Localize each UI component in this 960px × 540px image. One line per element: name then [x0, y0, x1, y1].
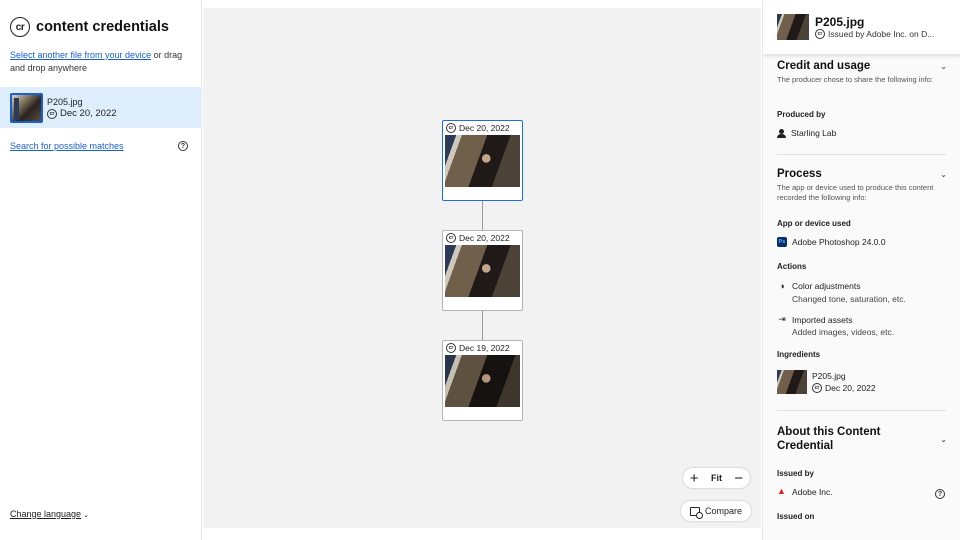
node-date: Dec 20, 2022: [459, 123, 510, 133]
cr-badge-icon: cr: [446, 123, 456, 133]
file-date-line: cr Dec 20, 2022: [47, 108, 117, 120]
process-section-header[interactable]: Process ⌄: [777, 168, 947, 180]
ingredient-meta: P205.jpg cr Dec 20, 2022: [812, 370, 876, 394]
producer-name: Starling Lab: [791, 128, 837, 138]
cr-badge-icon: cr: [446, 233, 456, 243]
about-title: About this Content Credential: [777, 426, 881, 452]
details-header: P205.jpg cr Issued by Adobe Inc. on D...: [763, 0, 960, 54]
adobe-logo-icon: [777, 486, 787, 497]
cr-badge-icon: cr: [47, 108, 57, 119]
zoom-controls: + Fit −: [683, 468, 750, 488]
ingredient-item[interactable]: P205.jpg cr Dec 20, 2022: [777, 370, 876, 394]
issued-by-label: Issued by: [777, 469, 814, 478]
file-meta: P205.jpg cr Dec 20, 2022: [47, 96, 117, 120]
cr-badge-icon: cr: [446, 343, 456, 353]
produced-by-label: Produced by: [777, 110, 826, 119]
compare-label: Compare: [704, 506, 742, 516]
credit-desc: The producer chose to share the followin…: [777, 75, 933, 84]
ingredient-name: P205.jpg: [812, 371, 846, 381]
select-file-link[interactable]: Select another file from your device: [10, 50, 151, 60]
compare-button[interactable]: Compare: [681, 501, 751, 521]
actions-label: Actions: [777, 262, 807, 271]
ingredient-date: Dec 20, 2022: [825, 383, 876, 393]
credit-title: Credit and usage: [777, 60, 871, 72]
provenance-canvas[interactable]: cr Dec 20, 2022 cr Dec 20, 2022 cr Dec 1…: [203, 8, 761, 528]
details-subtitle-line: cr Issued by Adobe Inc. on D...: [815, 29, 934, 39]
node-date: Dec 20, 2022: [459, 233, 510, 243]
details-panel: P205.jpg cr Issued by Adobe Inc. on D...…: [762, 0, 960, 540]
action-title: Imported assets: [792, 314, 853, 325]
about-section: About this Content Credential ⌄: [777, 425, 947, 453]
color-adjust-icon: ◑: [779, 281, 785, 291]
file-thumbnail: [10, 92, 43, 123]
process-section: Process ⌄ The app or device used to prod…: [777, 168, 947, 203]
file-name: P205.jpg: [47, 96, 83, 107]
chevron-down-icon: ⌄: [940, 169, 947, 179]
cr-badge-icon: cr: [815, 29, 825, 39]
brand-title: content credentials: [36, 19, 169, 35]
app-name: Adobe Photoshop 24.0.0: [792, 237, 886, 247]
left-sidebar: cr content credentials Select another fi…: [0, 0, 202, 540]
process-desc: The app or device used to produce this c…: [777, 183, 934, 202]
node-thumbnail: [445, 355, 520, 407]
help-icon[interactable]: ?: [178, 141, 188, 151]
node-date: Dec 19, 2022: [459, 343, 510, 353]
file-date: Dec 20, 2022: [60, 107, 117, 119]
issued-on-label: Issued on: [777, 512, 815, 521]
divider: [777, 410, 946, 411]
ingredient-date-line: cr Dec 20, 2022: [812, 382, 876, 394]
credit-section-header[interactable]: Credit and usage ⌄: [777, 60, 947, 72]
producer-item: Starling Lab: [777, 128, 836, 138]
cr-logo-icon: cr: [10, 17, 30, 37]
select-file-text: Select another file from your device or …: [10, 49, 195, 74]
compare-icon: [689, 506, 703, 519]
provenance-node[interactable]: cr Dec 20, 2022: [442, 120, 523, 201]
brand: cr content credentials: [10, 17, 169, 37]
selected-file-row[interactable]: P205.jpg cr Dec 20, 2022: [0, 87, 202, 128]
search-matches-link[interactable]: Search for possible matches: [10, 141, 124, 151]
action-title: Color adjustments: [792, 281, 861, 291]
zoom-out-button[interactable]: −: [730, 469, 748, 487]
chevron-down-icon: ⌄: [940, 61, 947, 71]
help-icon[interactable]: ?: [935, 489, 945, 499]
divider: [777, 154, 946, 155]
process-title: Process: [777, 168, 822, 180]
action-item: ⇥ Imported assets: [777, 314, 852, 325]
details-title: P205.jpg: [815, 15, 865, 29]
about-section-header[interactable]: About this Content Credential ⌄: [777, 425, 947, 453]
app-item: Ps Adobe Photoshop 24.0.0: [777, 237, 886, 247]
node-thumbnail: [445, 245, 520, 297]
action-desc: Changed tone, saturation, etc.: [792, 294, 906, 304]
action-desc: Added images, videos, etc.: [792, 327, 895, 337]
cr-badge-icon: cr: [812, 383, 822, 393]
provenance-node[interactable]: cr Dec 20, 2022: [442, 230, 523, 311]
issuer-name: Adobe Inc.: [792, 487, 833, 497]
app-label: App or device used: [777, 219, 851, 228]
fit-button[interactable]: Fit: [707, 469, 725, 487]
details-subtitle: Issued by Adobe Inc. on D...: [828, 29, 935, 39]
header-thumbnail: [777, 14, 809, 40]
issuer-item: Adobe Inc.: [777, 486, 947, 497]
import-icon: ⇥: [778, 314, 786, 324]
node-header: cr Dec 19, 2022: [443, 341, 522, 355]
change-language-label: Change language: [10, 509, 82, 519]
credit-section: Credit and usage ⌄ The producer chose to…: [777, 60, 947, 85]
node-connector: [482, 201, 483, 230]
photoshop-icon: Ps: [777, 237, 787, 247]
node-connector: [482, 311, 483, 340]
change-language-button[interactable]: Change language ⌄: [10, 509, 89, 519]
node-header: cr Dec 20, 2022: [443, 121, 522, 135]
provenance-node[interactable]: cr Dec 19, 2022: [442, 340, 523, 421]
plus-icon: +: [689, 469, 699, 487]
node-thumbnail: [445, 135, 520, 187]
ingredient-thumbnail: [777, 370, 807, 394]
chevron-down-icon: ⌄: [940, 434, 947, 444]
node-header: cr Dec 20, 2022: [443, 231, 522, 245]
person-icon: [777, 128, 786, 138]
zoom-in-button[interactable]: +: [685, 469, 703, 487]
ingredients-label: Ingredients: [777, 350, 821, 359]
action-item: ◑ Color adjustments: [777, 281, 861, 291]
chevron-down-icon: ⌄: [83, 512, 89, 519]
minus-icon: −: [734, 469, 744, 487]
